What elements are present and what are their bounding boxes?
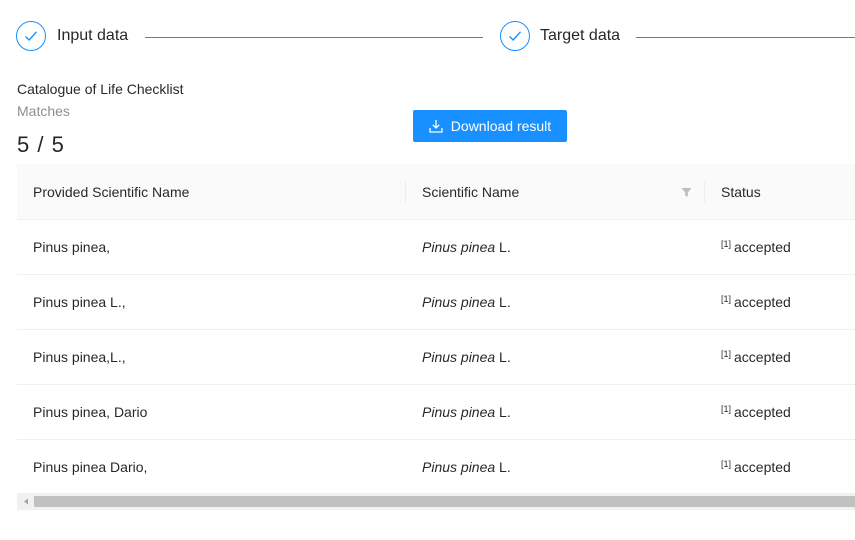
table-row[interactable]: Pinus pinea,L., Pinus pinea L. [1] accept… xyxy=(17,330,855,385)
cell-status: [1] accepted xyxy=(705,275,855,329)
cell-provided-name: Pinus pinea Dario, xyxy=(33,459,148,475)
cell-scientific-name: Pinus pinea L. xyxy=(406,275,705,329)
scientific-name-italic: Pinus pinea xyxy=(422,404,496,420)
reference-marker[interactable]: [1] xyxy=(721,349,731,359)
results-table: Provided Scientific Name Scientific Name… xyxy=(17,164,855,495)
steps: Input data Target data xyxy=(16,21,855,55)
horizontal-scrollbar[interactable] xyxy=(17,493,855,510)
cell-scientific-name: Pinus pinea L. xyxy=(406,440,705,494)
step-title-input: Input data xyxy=(57,27,129,44)
column-header-scientific-name: Scientific Name xyxy=(422,183,520,200)
page: Input data Target data Catalogue of Life… xyxy=(0,0,855,540)
filter-icon[interactable] xyxy=(681,185,692,203)
scientific-name-author: L. xyxy=(495,459,511,475)
scientific-name-author: L. xyxy=(495,349,511,365)
source-title: Catalogue of Life Checklist xyxy=(17,81,184,97)
cell-provided-name: Pinus pinea, xyxy=(33,239,111,255)
cell-provided-name: Pinus pinea,L., xyxy=(33,349,126,365)
reference-marker[interactable]: [1] xyxy=(721,239,731,249)
table-row[interactable]: Pinus pinea L., Pinus pinea L. [1] accept… xyxy=(17,275,855,330)
reference-marker[interactable]: [1] xyxy=(721,459,731,469)
cell-scientific-name: Pinus pinea L. xyxy=(406,385,705,439)
cell-status: [1] accepted xyxy=(705,385,855,439)
download-label: Download result xyxy=(450,118,552,134)
scientific-name-italic: Pinus pinea xyxy=(422,239,496,255)
scientific-name-italic: Pinus pinea xyxy=(422,459,496,475)
cell-provided-name: Pinus pinea L., xyxy=(33,294,126,310)
scientific-name-italic: Pinus pinea xyxy=(422,294,496,310)
table-row[interactable]: Pinus pinea Dario, Pinus pinea L. [1] acc… xyxy=(17,440,855,495)
cell-status: [1] accepted xyxy=(705,440,855,494)
scientific-name-author: L. xyxy=(495,404,511,420)
step-connector xyxy=(636,37,855,38)
cell-provided-name: Pinus pinea, Dario xyxy=(33,404,148,420)
table-row[interactable]: Pinus pinea, Dario Pinus pinea L. [1] acc… xyxy=(17,385,855,440)
matches-value: 5 / 5 xyxy=(17,132,65,157)
check-icon xyxy=(16,21,46,51)
scientific-name-author: L. xyxy=(495,294,511,310)
table-header: Provided Scientific Name Scientific Name… xyxy=(17,164,855,220)
status-text: accepted xyxy=(734,239,791,255)
column-header-status: Status xyxy=(721,183,761,200)
scientific-name-italic: Pinus pinea xyxy=(422,349,496,365)
step-title-target: Target data xyxy=(540,27,621,44)
scientific-name-author: L. xyxy=(495,239,511,255)
status-text: accepted xyxy=(734,349,791,365)
cell-scientific-name: Pinus pinea L. xyxy=(406,220,705,274)
status-text: accepted xyxy=(734,459,791,475)
column-header-provided: Provided Scientific Name xyxy=(33,183,190,200)
status-text: accepted xyxy=(734,404,791,420)
table-row[interactable]: Pinus pinea, Pinus pinea L. [1] accepted xyxy=(17,220,855,275)
cell-status: [1] accepted xyxy=(705,330,855,384)
check-icon xyxy=(500,21,530,51)
download-result-button[interactable]: Download result xyxy=(413,110,567,142)
scroll-left-arrow-icon[interactable] xyxy=(17,493,34,510)
reference-marker[interactable]: [1] xyxy=(721,404,731,414)
status-text: accepted xyxy=(734,294,791,310)
reference-marker[interactable]: [1] xyxy=(721,294,731,304)
step-connector xyxy=(145,37,483,38)
cell-scientific-name: Pinus pinea L. xyxy=(406,330,705,384)
matches-label: Matches xyxy=(17,103,70,119)
cell-status: [1] accepted xyxy=(705,220,855,274)
download-icon xyxy=(429,119,443,133)
scrollbar-thumb[interactable] xyxy=(34,496,855,507)
